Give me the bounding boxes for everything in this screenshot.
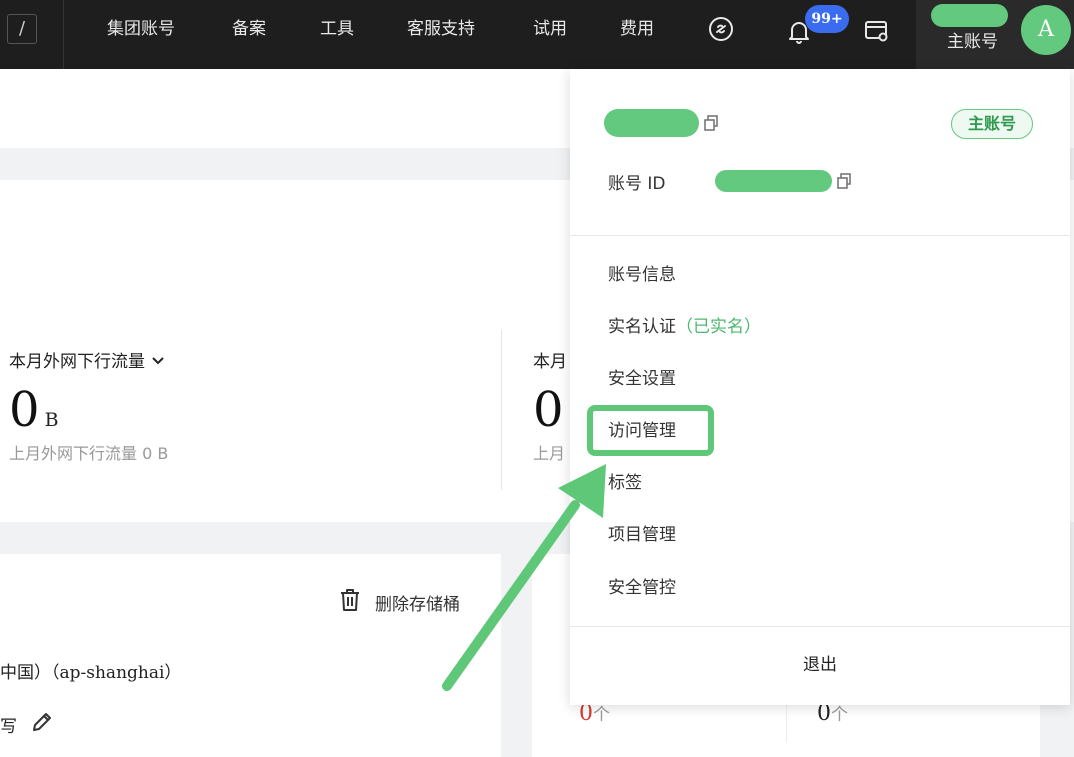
nav-trial[interactable]: 试用 [533, 16, 567, 42]
stat-unit: B [44, 409, 59, 431]
menu-project-management[interactable]: 项目管理 [608, 522, 676, 548]
copy-icon[interactable] [704, 115, 718, 131]
chevron-down-icon [150, 352, 166, 372]
bucket-info-card [0, 554, 501, 757]
nav-group-account[interactable]: 集团账号 [107, 16, 175, 42]
menu-tags[interactable]: 标签 [608, 470, 642, 496]
menu-security-control[interactable]: 安全管控 [608, 575, 676, 601]
avatar[interactable]: A [1021, 5, 1071, 55]
count-unit: 个 [593, 705, 610, 725]
stat-divider [501, 330, 502, 490]
account-id-label: 账号 ID [608, 174, 666, 194]
nav-tools[interactable]: 工具 [320, 16, 354, 42]
bucket-region: 中国）（ap-shanghai） [0, 663, 182, 683]
stat-previous: 上月 [533, 444, 566, 463]
menu-label: 标签 [608, 473, 642, 493]
delete-bucket-button[interactable]: 删除存储桶 [339, 588, 460, 617]
stat-title: 本月 [533, 352, 567, 372]
account-id-redacted [715, 170, 832, 192]
account-name-redacted [931, 4, 1008, 27]
menu-real-name-auth[interactable]: 实名认证（已实名） [608, 314, 761, 340]
account-type-label: 主账号 [947, 32, 998, 52]
stat-second: 本月 0 上月 [533, 347, 567, 464]
copy-icon[interactable] [837, 173, 851, 189]
account-name-redacted [604, 109, 699, 137]
menu-label: 账号信息 [608, 265, 676, 285]
link-icon[interactable] [708, 16, 734, 42]
dropdown-divider [570, 235, 1070, 236]
menu-label: 安全设置 [608, 369, 676, 389]
stat-previous: 上月外网下行流量 0 B [9, 444, 169, 463]
edit-pencil-icon[interactable] [31, 711, 53, 738]
stat-title: 本月外网下行流量 [9, 352, 145, 372]
menu-label: 项目管理 [608, 525, 676, 545]
menu-label: 安全管控 [608, 578, 676, 598]
verified-status: （已实名） [676, 317, 761, 337]
permission-label: 写 [0, 717, 17, 737]
notification-badge[interactable]: 99+ [805, 5, 849, 33]
count-unit: 个 [831, 705, 848, 725]
dropdown-divider [570, 626, 1070, 627]
permission-row: 写 [0, 711, 53, 738]
delete-bucket-label: 删除存储桶 [375, 594, 460, 615]
logout-button[interactable]: 退出 [570, 652, 1070, 678]
settings-panel-icon[interactable] [864, 18, 890, 44]
stat-value: 0 [533, 382, 564, 438]
stat-downlink: 本月外网下行流量 0 B 上月外网下行流量 0 B [9, 347, 168, 464]
main-account-badge: 主账号 [951, 109, 1033, 139]
nav-support[interactable]: 客服支持 [407, 16, 475, 42]
stat-value: 0 [9, 382, 40, 438]
menu-account-info[interactable]: 账号信息 [608, 262, 676, 288]
topbar-divider [63, 0, 64, 69]
menu-label: 实名认证 [608, 317, 676, 337]
menu-security-settings[interactable]: 安全设置 [608, 366, 676, 392]
nav-filing[interactable]: 备案 [232, 16, 266, 42]
stat-title-dropdown[interactable]: 本月外网下行流量 [9, 347, 168, 372]
console-home-button[interactable]: / [7, 14, 37, 44]
highlight-box [587, 405, 714, 456]
trash-icon [339, 588, 361, 617]
nav-billing[interactable]: 费用 [620, 16, 654, 42]
